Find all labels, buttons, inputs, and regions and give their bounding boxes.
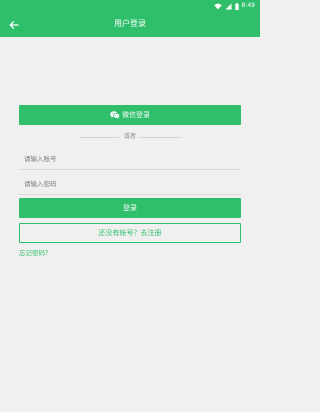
account-field-container [19, 146, 241, 171]
status-bar: 8:49 [0, 0, 260, 12]
wifi-icon [213, 3, 222, 10]
password-field-container [19, 171, 241, 196]
battery-icon [234, 2, 239, 10]
status-icons: 8:49 [213, 2, 255, 10]
forgot-password-link[interactable]: 忘记密码？ [19, 249, 52, 257]
status-time: 8:49 [241, 2, 255, 9]
wechat-login-button[interactable]: 微信登录 [19, 105, 241, 125]
wechat-login-label: 微信登录 [122, 111, 150, 119]
divider-line-left [79, 137, 121, 138]
app-bar: 用户登录 [0, 12, 260, 37]
signal-icon [225, 3, 232, 10]
login-button[interactable]: 登录 [19, 198, 241, 218]
page-title: 用户登录 [114, 19, 146, 28]
password-input[interactable] [19, 172, 241, 196]
register-button[interactable]: 还没有帐号？去注册 [19, 223, 241, 243]
account-input[interactable] [19, 147, 241, 171]
or-divider: 或者 [19, 133, 241, 141]
divider-line-right [139, 137, 181, 138]
register-button-label: 还没有帐号？去注册 [98, 229, 162, 237]
login-button-label: 登录 [123, 204, 137, 212]
or-text: 或者 [118, 133, 141, 141]
wechat-icon [110, 111, 120, 119]
